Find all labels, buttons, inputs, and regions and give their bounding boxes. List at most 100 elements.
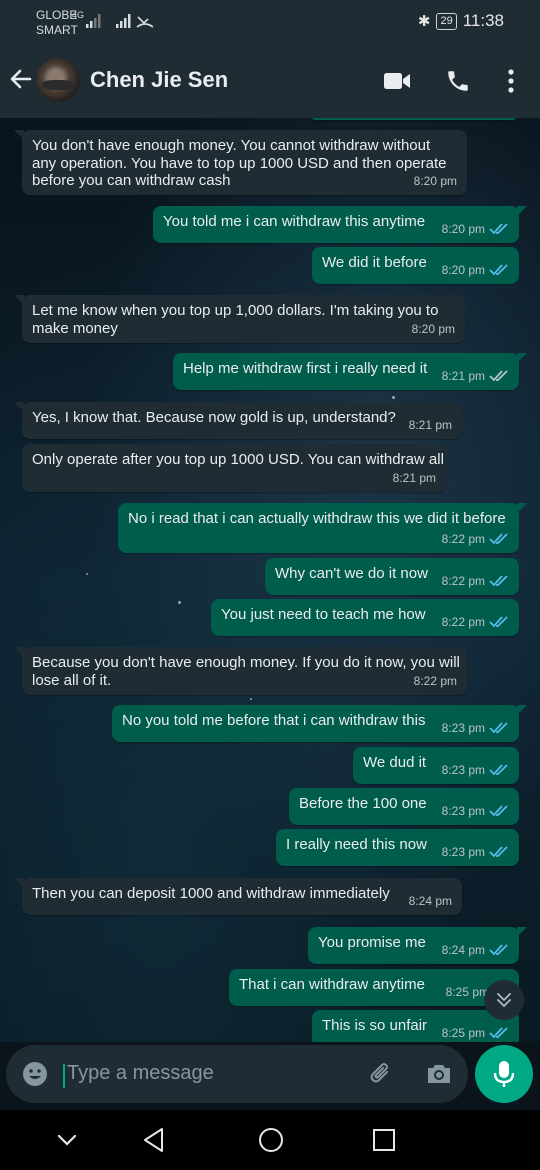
message-time: 8:20 pm xyxy=(411,321,455,336)
message-text: Why can't we do it now xyxy=(275,565,428,582)
message-outgoing[interactable]: You told me i can withdraw this anytime … xyxy=(153,206,527,243)
voice-record-button[interactable] xyxy=(475,1045,533,1103)
message-time: 8:25 pm xyxy=(445,984,489,999)
message-time: 8:22 pm xyxy=(441,614,485,629)
video-call-icon[interactable] xyxy=(383,70,411,92)
message-text: No you told me before that i can withdra… xyxy=(122,712,426,729)
chat-header: Chen Jie Sen xyxy=(0,44,540,118)
message-outgoing[interactable]: Why can't we do it now 8:22 pm xyxy=(265,558,519,595)
message-outgoing[interactable]: You just need to teach me how 8:22 pm xyxy=(211,599,519,636)
camera-icon[interactable] xyxy=(425,1061,453,1087)
message-time: 8:24 pm xyxy=(441,942,485,957)
message-time: 8:24 pm xyxy=(408,893,452,908)
message-text: Yes, I know that. Because now gold is up… xyxy=(32,409,396,426)
network-type: 4G xyxy=(72,10,85,20)
message-text: Only operate after you top up 1000 USD. … xyxy=(32,451,444,468)
message-composer: Type a message xyxy=(6,1045,468,1103)
text-cursor xyxy=(63,1064,65,1088)
message-time: 8:25 pm xyxy=(441,1025,485,1040)
wallpaper-star xyxy=(86,573,88,575)
message-text: Before the 100 one xyxy=(299,795,427,812)
message-time: 8:20 pm xyxy=(441,262,485,277)
message-incoming[interactable]: Then you can deposit 1000 and withdraw i… xyxy=(14,878,462,915)
message-bubble-partial xyxy=(310,118,518,120)
signal-bars-icon xyxy=(86,14,101,28)
message-incoming[interactable]: Only operate after you top up 1000 USD. … xyxy=(22,444,446,492)
missed-call-icon xyxy=(136,16,154,28)
double-check-icon xyxy=(489,805,508,817)
message-time: 8:22 pm xyxy=(441,531,485,546)
message-text: I really need this now xyxy=(286,836,427,853)
double-chevron-down-icon xyxy=(497,993,511,1008)
message-text: You told me i can withdraw this anytime xyxy=(163,213,426,230)
message-text: This is so unfair xyxy=(322,1017,428,1034)
battery-indicator: 29 xyxy=(436,12,457,30)
message-incoming[interactable]: Yes, I know that. Because now gold is up… xyxy=(14,402,462,439)
double-check-icon xyxy=(489,264,508,276)
status-bar: GLOBE SMART 4G ✱ 29 11:38 xyxy=(0,0,540,44)
message-input[interactable]: Type a message xyxy=(67,1062,214,1085)
message-text: Because you don't have enough money. If … xyxy=(32,654,460,671)
message-time: 8:21 pm xyxy=(392,470,436,485)
nav-home-icon[interactable] xyxy=(257,1126,285,1154)
message-incoming[interactable]: You don't have enough money. You cannot … xyxy=(14,130,467,195)
phone-icon[interactable] xyxy=(445,68,471,94)
message-incoming[interactable]: Because you don't have enough money. If … xyxy=(14,647,467,695)
message-text: You promise me xyxy=(318,934,426,951)
message-text: We did it before xyxy=(322,254,427,271)
nav-back-icon[interactable] xyxy=(140,1126,168,1154)
emoji-icon[interactable] xyxy=(22,1061,48,1087)
message-time: 8:23 pm xyxy=(441,803,485,818)
message-time: 8:20 pm xyxy=(441,221,485,236)
message-time: 8:21 pm xyxy=(441,368,485,383)
message-outgoing[interactable]: We dud it 8:23 pm xyxy=(353,747,519,784)
message-outgoing[interactable]: We did it before 8:20 pm xyxy=(312,247,519,284)
message-outgoing[interactable]: Before the 100 one 8:23 pm xyxy=(289,788,519,825)
double-check-icon xyxy=(489,370,508,382)
bluetooth-icon: ✱ xyxy=(417,13,431,30)
wallpaper-star xyxy=(392,396,395,399)
contact-name[interactable]: Chen Jie Sen xyxy=(90,67,228,93)
message-time: 8:21 pm xyxy=(408,417,452,432)
message-text: No i read that i can actually withdraw t… xyxy=(128,510,506,527)
message-incoming[interactable]: Let me know when you top up 1,000 dollar… xyxy=(14,295,465,343)
message-text: We dud it xyxy=(363,754,427,771)
message-text: Let me know when you top up 1,000 dollar… xyxy=(32,302,439,319)
message-outgoing[interactable]: Help me withdraw first i really need it … xyxy=(173,353,527,390)
scroll-to-bottom-button[interactable] xyxy=(484,980,524,1020)
clock: 11:38 xyxy=(462,11,504,30)
double-check-icon xyxy=(489,1027,508,1039)
carrier-line-2: SMART xyxy=(36,23,78,37)
message-text: Then you can deposit 1000 and withdraw i… xyxy=(32,885,390,902)
message-time: 8:23 pm xyxy=(441,844,485,859)
nav-recents-icon[interactable] xyxy=(371,1127,397,1153)
chevron-down-icon[interactable] xyxy=(54,1127,80,1153)
attachment-icon[interactable] xyxy=(368,1061,394,1087)
message-outgoing[interactable]: No i read that i can actually withdraw t… xyxy=(118,503,527,553)
message-outgoing[interactable]: I really need this now 8:23 pm xyxy=(276,829,519,866)
message-outgoing[interactable]: That i can withdraw anytime 8:25 pm xyxy=(229,969,519,1006)
message-time: 8:23 pm xyxy=(441,762,485,777)
more-options-icon[interactable] xyxy=(505,68,517,94)
message-outgoing[interactable]: This is so unfair 8:25 pm xyxy=(312,1010,519,1042)
back-arrow-icon[interactable] xyxy=(8,66,34,92)
double-check-icon xyxy=(489,722,508,734)
message-outgoing[interactable]: You promise me 8:24 pm xyxy=(308,927,527,964)
message-time: 8:20 pm xyxy=(413,173,457,188)
message-time: 8:23 pm xyxy=(441,720,485,735)
message-time: 8:22 pm xyxy=(441,573,485,588)
status-right: ✱ 29 11:38 xyxy=(418,11,504,31)
message-text: lose all of it. xyxy=(32,671,112,689)
message-text: Help me withdraw first i really need it xyxy=(183,360,428,377)
message-text: any operation. You have to top up 1000 U… xyxy=(32,154,447,172)
message-text: You don't have enough money. You cannot … xyxy=(32,137,431,154)
double-check-icon xyxy=(489,764,508,776)
double-check-icon xyxy=(489,616,508,628)
message-text: That i can withdraw anytime xyxy=(239,976,425,993)
message-list[interactable]: You don't have enough money. You cannot … xyxy=(0,118,540,1042)
double-check-icon xyxy=(489,533,508,545)
double-check-icon xyxy=(489,575,508,587)
message-outgoing[interactable]: No you told me before that i can withdra… xyxy=(112,705,527,742)
message-text: make money xyxy=(32,319,118,337)
avatar[interactable] xyxy=(36,58,80,102)
